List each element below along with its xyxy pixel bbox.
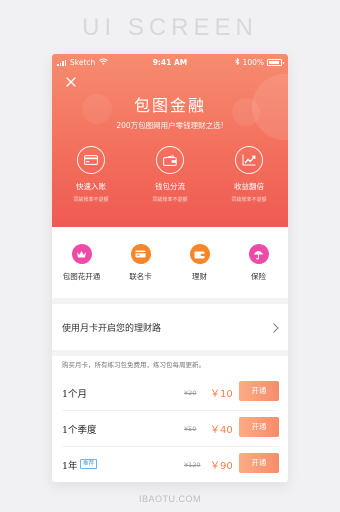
quick-action-insurance[interactable]: 保险 (229, 244, 288, 282)
quick-action-cobrand-card[interactable]: 联名卡 (111, 244, 170, 282)
plan-open-button[interactable]: 开通 (239, 381, 279, 401)
hero-title: 包图金融 (133, 96, 206, 115)
hero-subtitle: 200万包图网用户零钱理财之选! (116, 121, 224, 130)
plan-open-button[interactable]: 开通 (239, 417, 279, 437)
plan-row: 1个月 ¥20 ￥10 开通 (52, 376, 288, 408)
quick-action-wealth[interactable]: 理财 (170, 244, 229, 282)
plan-open-button[interactable]: 开通 (239, 453, 279, 473)
feature-row: 快速入账 同故账率不退额 钱包分流 同故账率不退额 收益翻倍 同故账率不退额 (52, 146, 288, 216)
plan-intro: 购买月卡，所有练习包免费用，练习包每周更新。 (62, 361, 205, 369)
umbrella-icon (248, 244, 269, 264)
feature-sub: 同故账率不退额 (231, 197, 267, 203)
feature-fast-deposit[interactable]: 快速入账 同故账率不退额 (52, 146, 130, 203)
chevron-right-icon (271, 319, 280, 333)
plan-name: 1个月 (62, 389, 88, 400)
quick-actions: 包图花开通 联名卡 理财 保险 (52, 244, 288, 296)
battery-percent: 100% (242, 58, 264, 67)
plan-price: ￥40 (210, 425, 233, 436)
status-bar: Sketch 9:41 AM 100% (52, 54, 288, 72)
feature-double-return[interactable]: 收益翻倍 同故账率不退额 (210, 146, 288, 203)
plan-row: 1个季度 ¥50 ￥40 开通 (52, 412, 288, 444)
feature-sub: 同故账率不退额 (73, 197, 109, 203)
bluetooth-icon (234, 57, 240, 67)
watermark: IBAOTU.COM (138, 494, 201, 504)
wallet-icon (189, 244, 210, 264)
plan-price: ￥10 (210, 389, 233, 400)
feature-label: 钱包分流 (155, 182, 185, 191)
row-divider (62, 446, 278, 447)
section-divider (52, 350, 288, 356)
feature-label: 快速入账 (76, 182, 106, 191)
plan-old-price: ¥120 (184, 461, 201, 469)
plan-name: 1个季度 (62, 425, 97, 436)
crown-icon (71, 244, 92, 264)
plan-old-price: ¥20 (184, 389, 197, 397)
feature-wallet-split[interactable]: 钱包分流 同故账率不退额 (131, 146, 209, 203)
plan-price: ￥90 (210, 461, 233, 472)
plan-name: 1年 (62, 461, 78, 472)
quick-action-label: 保险 (251, 272, 266, 281)
close-icon[interactable] (64, 74, 78, 88)
row-divider (62, 410, 278, 411)
monthly-card-row[interactable]: 使用月卡开启您的理财路 (52, 304, 288, 350)
battery-icon (267, 59, 284, 66)
phone-screen: Sketch 9:41 AM 100% 包图金融 200万包图网用户零钱理财之选… (52, 54, 288, 482)
recommended-badge: 推荐 (80, 459, 98, 469)
quick-action-label: 包图花开通 (62, 272, 101, 281)
quick-action-label: 理财 (192, 272, 207, 281)
feature-label: 收益翻倍 (234, 182, 264, 191)
card-icon (77, 146, 105, 174)
plan-old-price: ¥50 (184, 425, 197, 433)
plan-row: 1年 推荐 ¥120 ￥90 开通 (52, 448, 288, 480)
quick-action-label: 联名卡 (129, 272, 152, 281)
monthly-card-label: 使用月卡开启您的理财路 (62, 324, 162, 334)
wallet-icon (156, 146, 184, 174)
hero-banner: Sketch 9:41 AM 100% 包图金融 200万包图网用户零钱理财之选… (52, 54, 288, 227)
showcase-title: UI SCREEN (82, 14, 258, 41)
feature-sub: 同故账率不退额 (152, 197, 188, 203)
card-icon (130, 244, 151, 264)
growth-chart-icon (235, 146, 263, 174)
quick-action-huabei[interactable]: 包图花开通 (52, 244, 111, 282)
